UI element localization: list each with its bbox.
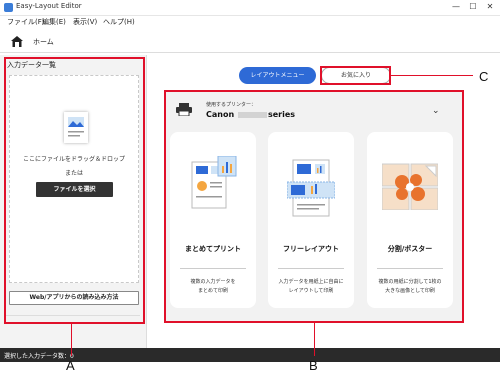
window-title: Easy-Layout Editor xyxy=(16,2,82,10)
menu-help[interactable]: ヘルプ(H) xyxy=(103,17,135,27)
callout-line-a xyxy=(71,324,72,356)
home-bar: ホーム xyxy=(0,29,500,53)
home-label[interactable]: ホーム xyxy=(33,37,54,47)
maximize-button[interactable]: ☐ xyxy=(468,2,478,12)
menu-file[interactable]: ファイル(F) xyxy=(7,17,45,27)
home-icon[interactable] xyxy=(10,35,24,48)
callout-label-a: A xyxy=(66,358,75,373)
app-icon xyxy=(4,3,13,12)
menu-edit[interactable]: 編集(E) xyxy=(42,17,66,27)
menu-bar: ファイル(F) 編集(E) 表示(V) ヘルプ(H) xyxy=(0,16,500,29)
callout-box-a xyxy=(4,57,145,324)
status-text: 選択した入力データ数：0 xyxy=(4,353,74,360)
tab-layout-menu[interactable]: レイアウトメニュー xyxy=(239,67,316,84)
title-bar: Easy-Layout Editor — ☐ ✕ xyxy=(0,0,500,16)
callout-box-b xyxy=(164,90,464,323)
callout-label-c: C xyxy=(479,69,489,84)
status-bar: 選択した入力データ数：0 xyxy=(0,348,500,362)
callout-label-b: B xyxy=(309,358,318,373)
annotation-strip xyxy=(0,362,500,375)
minimize-button[interactable]: — xyxy=(451,2,461,12)
close-button[interactable]: ✕ xyxy=(485,2,495,12)
callout-line-c xyxy=(391,75,473,76)
callout-box-c xyxy=(320,66,391,85)
callout-line-b xyxy=(314,323,315,356)
menu-view[interactable]: 表示(V) xyxy=(73,17,97,27)
